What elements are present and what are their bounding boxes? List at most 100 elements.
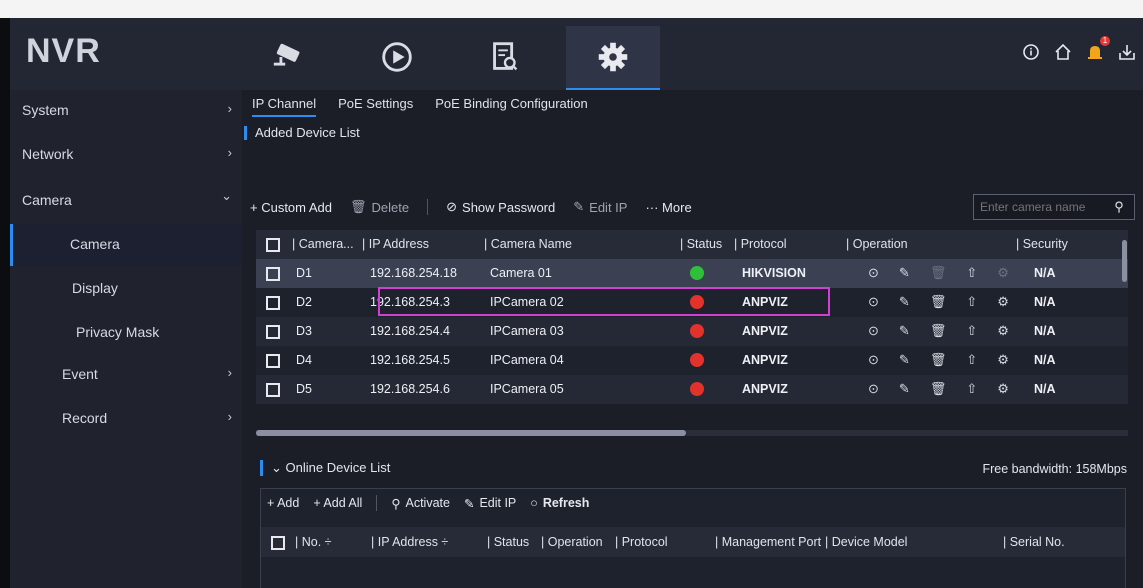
cell-security: N/A <box>1034 382 1056 396</box>
camera-search-box: ⚲ <box>973 194 1135 220</box>
toolbar-divider <box>427 199 429 215</box>
sidebar-item-network[interactable]: Network › <box>10 134 242 176</box>
col-serial-no: | Serial No. <box>1003 535 1065 549</box>
playback-nav[interactable] <box>350 26 444 88</box>
col-ip-address[interactable]: | IP Address ÷ <box>371 535 448 549</box>
row-checkbox[interactable] <box>266 296 280 310</box>
trash-icon: 🗑 <box>350 199 367 214</box>
home-button[interactable] <box>1053 42 1073 62</box>
col-camera[interactable]: | Camera... <box>292 237 354 251</box>
cell-camera: D3 <box>296 324 312 338</box>
edit-icon[interactable]: ✎ <box>899 265 910 281</box>
edit-icon[interactable]: ✎ <box>899 352 910 368</box>
table-row[interactable]: D1 192.168.254.18 Camera 01 HIKVISION ⊙ … <box>256 259 1128 288</box>
info-button[interactable] <box>1021 42 1041 62</box>
play-icon[interactable]: ⊙ <box>868 323 879 339</box>
table-header: | Camera... | IP Address | Camera Name |… <box>256 230 1128 259</box>
notification-button[interactable]: 1 <box>1085 36 1110 62</box>
delete-icon[interactable]: 🗑 <box>930 323 947 339</box>
row-checkbox[interactable] <box>266 383 280 397</box>
settings-icon[interactable]: ⚙ <box>997 381 1009 397</box>
eye-slash-icon: ⊘ <box>446 199 458 214</box>
scrollbar-thumb[interactable] <box>256 430 686 436</box>
delete-button[interactable]: 🗑 Delete <box>350 199 409 215</box>
play-icon[interactable]: ⊙ <box>868 265 879 281</box>
sidebar-item-label: Network <box>22 146 74 162</box>
table-row[interactable]: D4 192.168.254.5 IPCamera 04 ANPVIZ ⊙ ✎ … <box>256 346 1128 375</box>
table-row[interactable]: D5 192.168.254.6 IPCamera 05 ANPVIZ ⊙ ✎ … <box>256 375 1128 404</box>
tab-poe-settings[interactable]: PoE Settings <box>338 96 413 117</box>
sidebar-item-label: Event <box>62 366 98 382</box>
tab-ip-channel[interactable]: IP Channel <box>252 96 317 117</box>
online-edit-ip-button[interactable]: ✎ Edit IP <box>464 496 516 511</box>
cell-ip: 192.168.254.18 <box>370 266 457 280</box>
show-password-button[interactable]: ⊘ Show Password <box>446 199 555 215</box>
activate-button[interactable]: ⚲ Activate <box>391 496 450 511</box>
pencil-icon: ✎ <box>573 199 585 214</box>
upgrade-icon[interactable]: ⇧ <box>966 352 977 368</box>
row-operations: ⊙ ✎ 🗑 ⇧ ⚙ <box>868 381 1009 397</box>
col-operation: | Operation <box>846 237 908 251</box>
vertical-scrollbar[interactable] <box>1122 240 1127 282</box>
chevron-right-icon: › <box>227 409 232 424</box>
sidebar-item-system[interactable]: System › <box>10 90 242 132</box>
upgrade-icon[interactable]: ⇧ <box>966 294 977 310</box>
delete-icon[interactable]: 🗑 <box>930 381 947 397</box>
delete-icon[interactable]: 🗑 <box>930 352 947 368</box>
row-checkbox[interactable] <box>266 354 280 368</box>
settings-icon[interactable]: ⚙ <box>997 323 1009 339</box>
pencil-icon: ✎ <box>463 496 475 511</box>
play-icon[interactable]: ⊙ <box>868 352 879 368</box>
cell-camera: D4 <box>296 353 312 367</box>
col-protocol: | Protocol <box>615 535 668 549</box>
sidebar-item-camera[interactable]: Camera <box>10 224 242 266</box>
delete-icon[interactable]: 🗑 <box>930 294 947 310</box>
camera-search-input[interactable] <box>974 199 1110 215</box>
col-no[interactable]: | No. ÷ <box>295 535 332 549</box>
edit-icon[interactable]: ✎ <box>899 323 910 339</box>
settings-icon[interactable]: ⚙ <box>997 352 1009 368</box>
sidebar-item-label: Privacy Mask <box>76 324 160 340</box>
tab-poe-binding[interactable]: PoE Binding Configuration <box>435 96 588 117</box>
horizontal-scrollbar[interactable] <box>256 430 1128 436</box>
table-row[interactable]: D3 192.168.254.4 IPCamera 03 ANPVIZ ⊙ ✎ … <box>256 317 1128 346</box>
settings-nav[interactable] <box>566 26 660 91</box>
play-icon[interactable]: ⊙ <box>868 381 879 397</box>
sidebar-item-camera-group[interactable]: Camera ⌄ <box>10 180 242 222</box>
sidebar-item-display[interactable]: Display <box>10 268 242 310</box>
logout-button[interactable] <box>1117 42 1137 62</box>
sidebar-item-privacy-mask[interactable]: Privacy Mask <box>10 312 242 354</box>
select-all-checkbox[interactable] <box>271 536 285 550</box>
add-all-button[interactable]: + Add All <box>313 496 362 510</box>
row-checkbox[interactable] <box>266 267 280 281</box>
more-button[interactable]: ··· More <box>645 200 691 215</box>
settings-icon[interactable]: ⚙ <box>997 294 1009 310</box>
status-offline-icon <box>690 353 704 367</box>
online-device-list-title[interactable]: ⌄ Online Device List <box>260 460 390 476</box>
free-bandwidth: Free bandwidth: 158Mbps <box>982 462 1127 476</box>
sidebar-item-event[interactable]: Event › <box>10 354 242 396</box>
delete-icon[interactable]: 🗑 <box>930 265 947 281</box>
sidebar-item-record[interactable]: Record › <box>10 398 242 440</box>
col-ip-address[interactable]: | IP Address <box>362 237 429 251</box>
search-icon[interactable]: ⚲ <box>1110 199 1128 215</box>
upgrade-icon[interactable]: ⇧ <box>966 381 977 397</box>
custom-add-button[interactable]: + Custom Add <box>250 200 332 215</box>
col-device-model: | Device Model <box>825 535 908 549</box>
logout-icon <box>1119 45 1135 60</box>
col-camera-name: | Camera Name <box>484 237 572 251</box>
add-button[interactable]: + Add <box>267 496 299 510</box>
play-icon[interactable]: ⊙ <box>868 294 879 310</box>
live-view-nav[interactable] <box>242 26 336 88</box>
edit-ip-button[interactable]: ✎ Edit IP <box>573 199 627 215</box>
settings-icon[interactable]: ⚙ <box>997 265 1009 281</box>
upgrade-icon[interactable]: ⇧ <box>966 265 977 281</box>
refresh-button[interactable]: ○ Refresh <box>530 496 589 510</box>
row-checkbox[interactable] <box>266 325 280 339</box>
upgrade-icon[interactable]: ⇧ <box>966 323 977 339</box>
edit-icon[interactable]: ✎ <box>899 294 910 310</box>
select-all-checkbox[interactable] <box>266 238 280 252</box>
edit-icon[interactable]: ✎ <box>899 381 910 397</box>
file-search-nav[interactable] <box>458 26 552 88</box>
edit-ip-label: Edit IP <box>589 199 628 215</box>
